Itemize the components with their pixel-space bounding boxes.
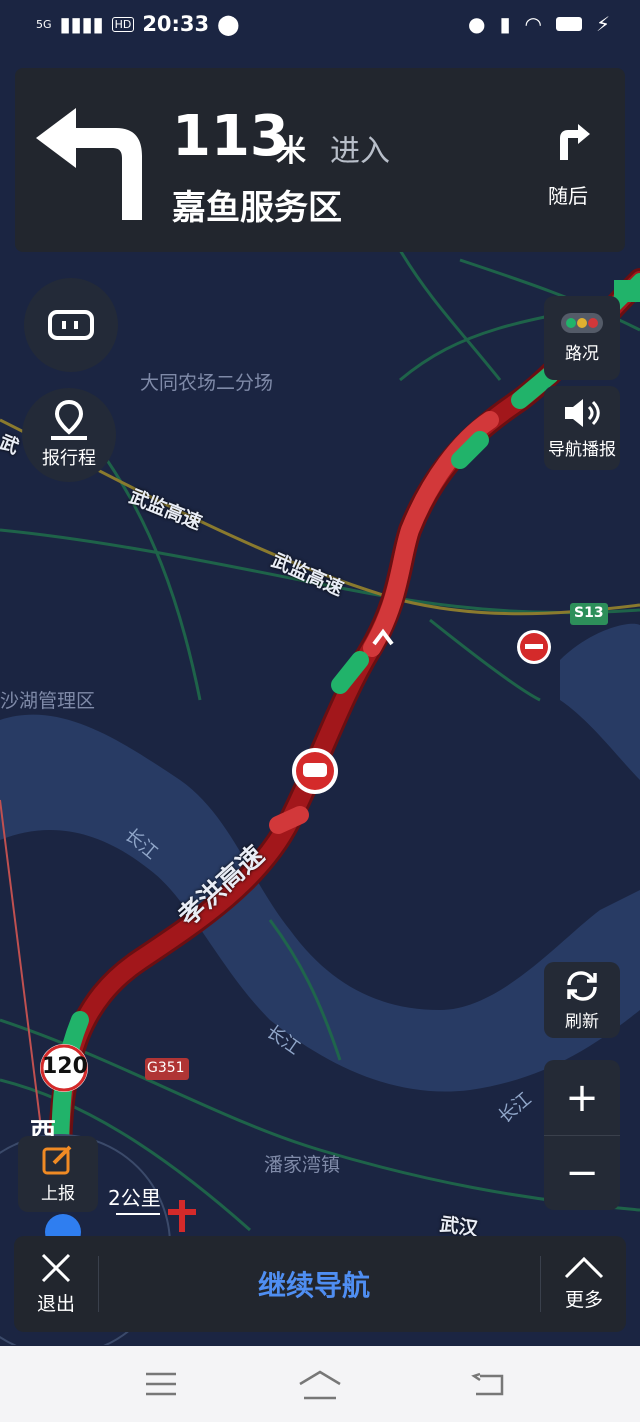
g351-shield-label: G351 — [147, 1060, 185, 1076]
home-icon[interactable] — [298, 1370, 342, 1400]
location-icon: ● — [468, 12, 486, 36]
system-navigation-bar — [0, 1346, 640, 1422]
maneuver-action: 进入 — [330, 134, 390, 169]
battery-icon — [555, 17, 582, 31]
exit-label: 退出 — [36, 1292, 75, 1315]
place-label: 潘家湾镇 — [264, 1154, 341, 1176]
network-type: 5G — [36, 17, 52, 31]
signal-icon: ▮▮▮▮ — [59, 12, 104, 36]
report-trip-button[interactable]: 报行程 — [22, 388, 116, 482]
microphone-icon: ▮ — [499, 12, 511, 36]
turn-right-icon — [560, 124, 590, 160]
distance-unit: 米 — [276, 134, 306, 169]
zoom-in-button[interactable]: + — [544, 1061, 620, 1136]
refresh-icon — [567, 970, 597, 1001]
more-button[interactable]: 更多 — [542, 1236, 626, 1332]
divider — [540, 1256, 541, 1312]
status-bar: 5G ▮▮▮▮ HD 20:33 ⬤ ● ▮ ◠ ⚡ — [0, 0, 640, 52]
divider — [98, 1256, 99, 1312]
traffic-label: 路况 — [565, 343, 599, 364]
then-label: 随后 — [548, 184, 588, 208]
place-label: 沙湖管理区 — [0, 690, 96, 712]
hd-badge: HD — [111, 16, 135, 32]
charging-icon: ⚡ — [595, 12, 610, 36]
continue-navigation-button[interactable]: 继续导航 — [258, 1264, 370, 1304]
scale-label: 2公里 — [108, 1186, 161, 1210]
s13-shield-label: S13 — [574, 605, 604, 621]
place-label: 大同农场二分场 — [140, 372, 274, 394]
location-pin-icon — [51, 400, 87, 440]
zoom-out-button[interactable]: − — [544, 1136, 620, 1210]
distance-value: 113 — [172, 104, 289, 169]
edit-icon — [42, 1145, 72, 1174]
refresh-button[interactable]: 刷新 — [544, 962, 620, 1038]
chevron-up-icon — [564, 1256, 604, 1278]
wifi-icon: ◠ — [524, 12, 542, 36]
more-label: 更多 — [564, 1288, 603, 1311]
speed-limit-value: 120 — [42, 1054, 88, 1079]
traffic-toggle-button[interactable]: 路况 — [544, 296, 620, 380]
next-road-name: 嘉鱼服务区 — [172, 188, 342, 228]
refresh-label: 刷新 — [565, 1011, 599, 1032]
voice-broadcast-button[interactable]: 导航播报 — [544, 386, 620, 470]
traffic-light-icon — [561, 312, 603, 333]
report-button[interactable]: 上报 — [18, 1136, 98, 1212]
camera-icon — [48, 310, 94, 340]
report-trip-label: 报行程 — [42, 448, 96, 469]
clock: 20:33 — [142, 12, 210, 36]
turn-left-icon — [36, 108, 142, 220]
menu-icon[interactable] — [144, 1372, 178, 1396]
location-pin-icon: ⬤ — [217, 12, 240, 36]
close-icon — [41, 1253, 71, 1282]
back-icon[interactable] — [470, 1372, 506, 1398]
voice-broadcast-label: 导航播报 — [548, 439, 616, 460]
zoom-controls: + − — [544, 1060, 620, 1210]
camera-toggle-button[interactable] — [24, 278, 118, 372]
report-label: 上报 — [41, 1183, 75, 1204]
exit-button[interactable]: 退出 — [14, 1236, 98, 1332]
speaker-icon — [565, 398, 600, 427]
